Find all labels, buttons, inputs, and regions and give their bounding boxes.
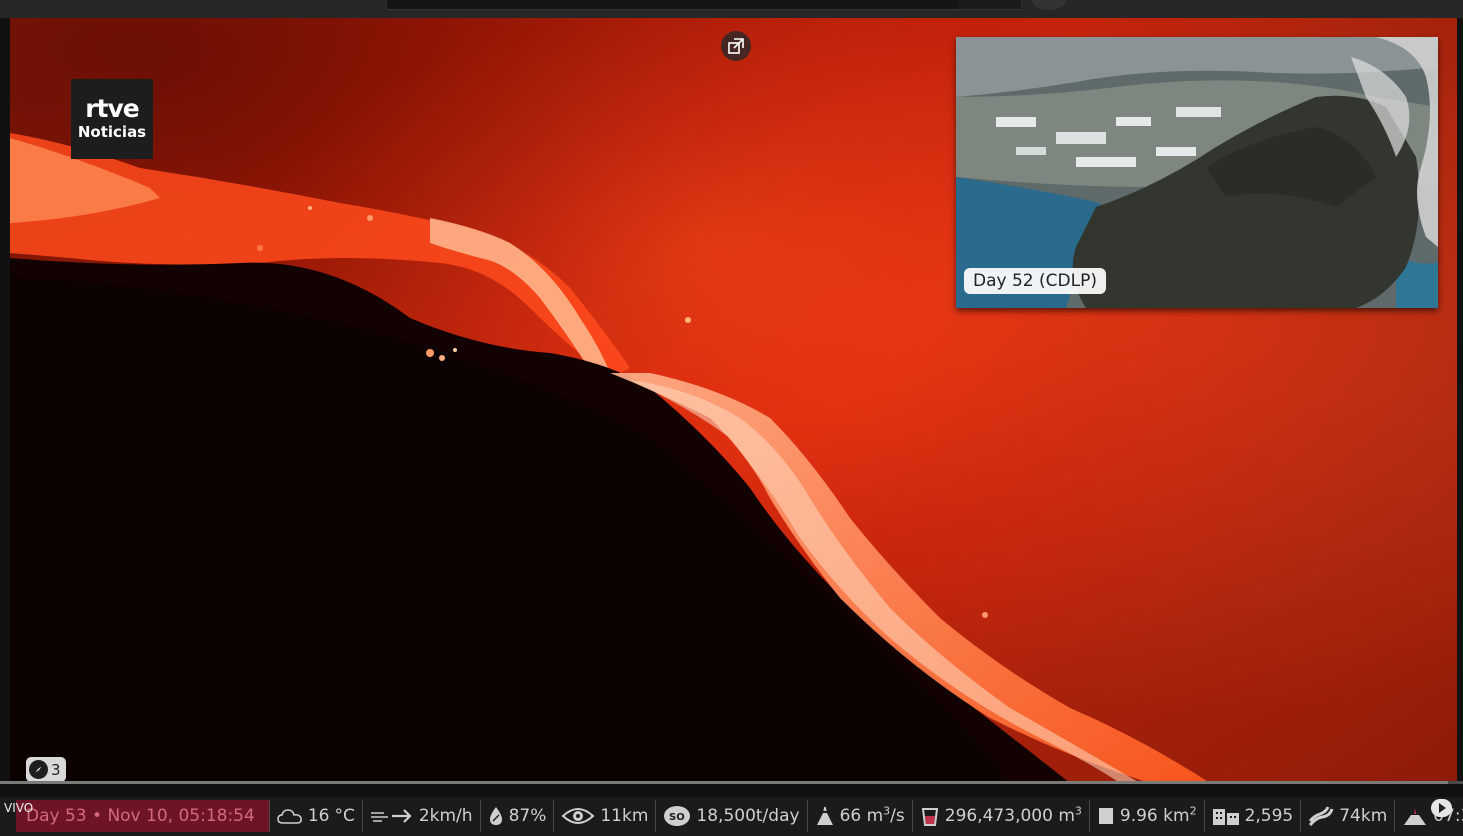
pip-label: Day 52 (CDLP)	[964, 268, 1106, 294]
drop-icon	[489, 807, 502, 825]
temperature-value: 16	[307, 806, 330, 826]
popout-button[interactable]	[721, 31, 751, 61]
play-button[interactable]	[1431, 799, 1452, 817]
container-icon	[921, 808, 938, 826]
logo-line-1: rtve	[85, 94, 140, 123]
so2-value: 18,500t/day	[696, 806, 800, 826]
rtve-logo: rtve Noticias	[71, 79, 153, 159]
day-timestamp-text: Day 53 • Nov 10, 05:18:54	[26, 806, 255, 826]
day-timestamp: Day 53 • Nov 10, 05:18:54	[16, 800, 270, 832]
humidity-value: 87%	[508, 806, 547, 826]
stats-bar: Day 53 • Nov 10, 05:18:54 16 °C 2km/h 87%…	[16, 800, 1463, 832]
stat-humidity: 87%	[481, 800, 555, 832]
live-label: VIVO	[4, 801, 34, 815]
playback-progress[interactable]	[0, 781, 1463, 784]
buildings-icon	[1212, 809, 1239, 825]
stat-so2: SO 18,500t/day	[656, 800, 808, 832]
svg-text:SO: SO	[669, 812, 685, 823]
viewer-count-badge: 3	[26, 757, 66, 782]
stat-temperature: 16 °C	[270, 800, 363, 832]
visibility-value: 11km	[600, 806, 649, 826]
profile-button[interactable]	[1032, 0, 1066, 10]
stat-roads: 74km	[1301, 800, 1396, 832]
wind-icon	[370, 809, 412, 823]
area-icon	[1098, 808, 1113, 824]
buildings-value: 2,595	[1244, 806, 1294, 826]
wind-value: 2km/h	[418, 806, 473, 826]
area-value: 9.96 km2	[1119, 804, 1197, 826]
address-bar[interactable]	[386, 0, 1022, 10]
temperature-unit: °C	[334, 806, 355, 826]
stat-time: 07:30	[1395, 800, 1463, 832]
stat-area: 9.96 km2	[1090, 800, 1205, 832]
stat-volume: 296,473,000 m3	[913, 800, 1090, 832]
popout-icon	[728, 38, 744, 54]
eye-icon	[561, 808, 595, 824]
flow-value: 66 m3/s	[839, 804, 905, 826]
stat-buildings: 2,595	[1205, 800, 1302, 832]
top-bar	[0, 0, 1463, 18]
road-icon	[1309, 806, 1334, 826]
volcano-flow-icon	[816, 806, 833, 825]
play-icon	[1439, 803, 1446, 813]
volume-value: 296,473,000 m3	[944, 804, 1082, 826]
logo-line-2: Noticias	[77, 123, 147, 141]
cloud-icon	[277, 809, 302, 824]
compass-icon	[29, 760, 48, 779]
eruption-icon	[1404, 808, 1427, 825]
stat-visibility: 11km	[554, 800, 657, 832]
roads-value: 74km	[1339, 806, 1388, 826]
stat-wind: 2km/h	[363, 800, 481, 832]
playback-progress-fill	[0, 781, 1449, 784]
viewer-count: 3	[51, 760, 61, 779]
stat-flow: 66 m3/s	[808, 800, 913, 832]
so2-icon: SO	[664, 806, 691, 826]
